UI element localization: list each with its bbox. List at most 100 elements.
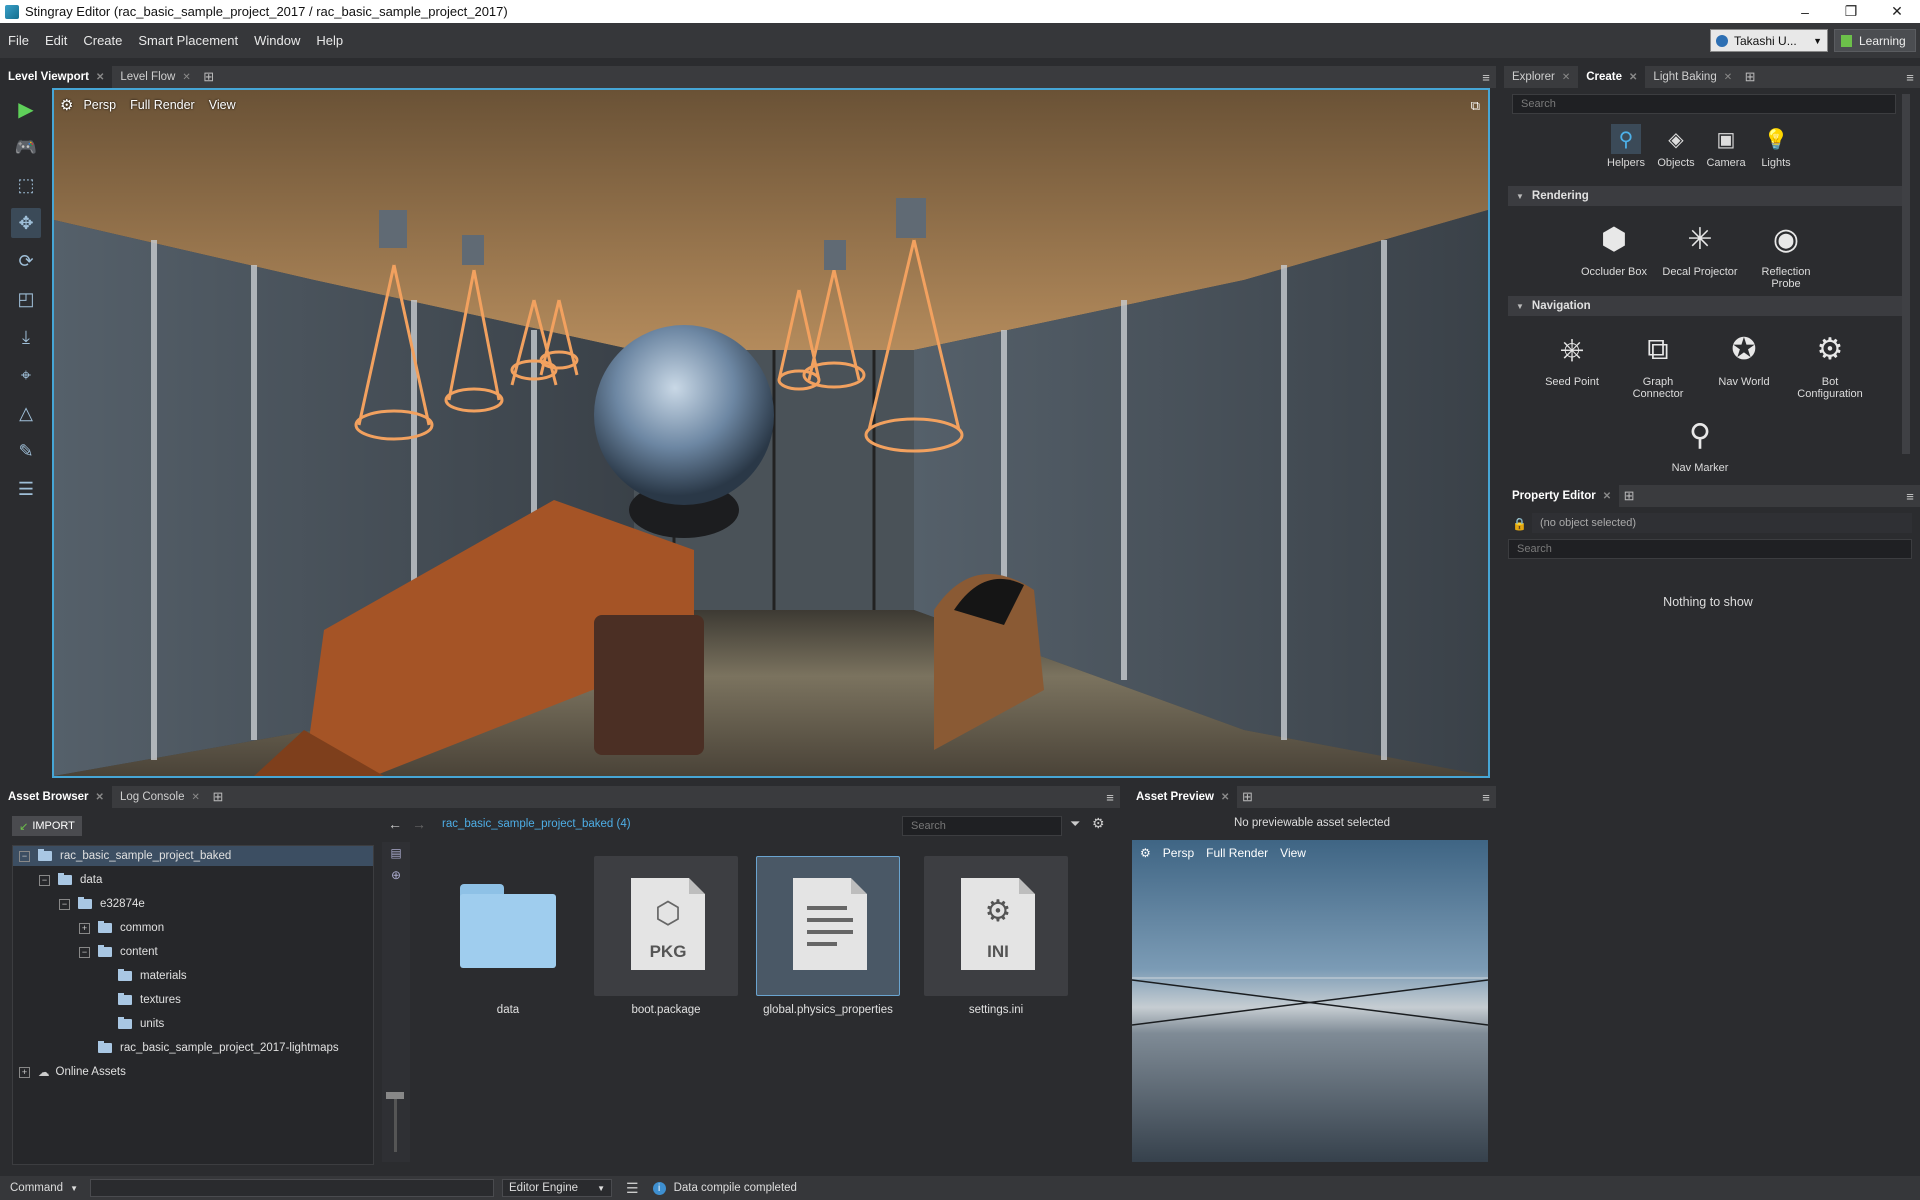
select-tool-icon[interactable]: ⬚ bbox=[11, 170, 41, 200]
close-button[interactable]: ✕ bbox=[1874, 0, 1920, 23]
panel-menu-icon[interactable]: ≡ bbox=[1476, 790, 1496, 805]
zoom-slider-handle[interactable] bbox=[386, 1092, 404, 1099]
reflection-probe-item[interactable]: ◉ Reflection Probe bbox=[1746, 218, 1826, 291]
collapse-icon[interactable]: − bbox=[19, 850, 30, 862]
create-scrollbar[interactable] bbox=[1902, 94, 1910, 454]
nav-world-item[interactable]: ✪ Nav World bbox=[1704, 328, 1784, 389]
tab-light-baking[interactable]: Light Baking ✕ bbox=[1645, 66, 1740, 88]
panel-menu-icon[interactable]: ≡ bbox=[1900, 70, 1920, 85]
expand-icon[interactable]: + bbox=[19, 1066, 30, 1078]
panel-menu-icon[interactable]: ≡ bbox=[1900, 489, 1920, 504]
expand-icon[interactable]: + bbox=[79, 922, 90, 934]
view-button[interactable]: View bbox=[209, 98, 236, 112]
rotate-tool-icon[interactable]: ⟳ bbox=[11, 246, 41, 276]
property-search-input[interactable]: Search bbox=[1508, 539, 1912, 559]
close-tab-icon[interactable]: ✕ bbox=[96, 792, 104, 803]
tab-property-editor[interactable]: Property Editor ✕ bbox=[1504, 485, 1620, 507]
gear-icon[interactable]: ⚙ bbox=[1092, 815, 1105, 832]
render-mode-button[interactable]: Full Render bbox=[130, 98, 195, 112]
tab-level-viewport[interactable]: Level Viewport ✕ bbox=[0, 66, 113, 88]
menu-create[interactable]: Create bbox=[75, 33, 130, 48]
scale-tool-icon[interactable]: ◰ bbox=[11, 284, 41, 314]
learning-button[interactable]: Learning bbox=[1834, 29, 1916, 52]
graph-connector-item[interactable]: ⧉ Graph Connector bbox=[1618, 328, 1698, 401]
add-asset-icon[interactable]: ⊕ bbox=[382, 868, 410, 882]
tab-log-console[interactable]: Log Console ✕ bbox=[112, 786, 208, 808]
snap-tool-icon[interactable]: ⤓ bbox=[11, 322, 41, 352]
folder-view-icon[interactable]: ▤ bbox=[382, 846, 410, 860]
close-tab-icon[interactable]: ✕ bbox=[1724, 72, 1732, 83]
close-tab-icon[interactable]: ✕ bbox=[1603, 491, 1611, 502]
paint-tool-icon[interactable]: ✎ bbox=[11, 436, 41, 466]
level-viewport-canvas[interactable]: ⚙ Persp Full Render View ⧉ bbox=[52, 88, 1490, 778]
tree-node-textures[interactable]: textures bbox=[118, 990, 181, 1010]
forward-arrow-icon[interactable]: → bbox=[412, 816, 426, 832]
place-tool-icon[interactable]: ⌖ bbox=[11, 360, 41, 390]
projection-button[interactable]: Persp bbox=[1163, 846, 1194, 860]
asset-item-global-physics-properties[interactable]: global.physics_properties bbox=[756, 856, 900, 1020]
view-button[interactable]: View bbox=[1280, 846, 1306, 860]
tree-node-e32874e[interactable]: − e32874e bbox=[59, 894, 145, 914]
nav-marker-item[interactable]: ⚲ Nav Marker bbox=[1660, 414, 1740, 475]
tree-node-online-assets[interactable]: + ☁ Online Assets bbox=[19, 1062, 126, 1082]
filter-icon[interactable]: ⏷ bbox=[1070, 816, 1080, 832]
zoom-slider[interactable] bbox=[386, 1092, 404, 1152]
decal-projector-item[interactable]: ✳ Decal Projector bbox=[1660, 218, 1740, 279]
engine-dropdown[interactable]: Editor Engine ▼ bbox=[502, 1179, 612, 1197]
render-mode-button[interactable]: Full Render bbox=[1206, 846, 1268, 860]
back-arrow-icon[interactable]: ← bbox=[388, 816, 402, 832]
add-tab-icon[interactable]: ⊞ bbox=[1619, 485, 1639, 507]
bot-configuration-item[interactable]: ⚙ Bot Configuration bbox=[1790, 328, 1870, 401]
gear-icon[interactable]: ⚙ bbox=[60, 96, 73, 114]
user-account-dropdown[interactable]: Takashi U... ▼ bbox=[1710, 29, 1828, 52]
seed-point-item[interactable]: ⎈ Seed Point bbox=[1532, 328, 1612, 389]
tab-explorer[interactable]: Explorer ✕ bbox=[1504, 66, 1578, 88]
category-camera[interactable]: ▣ Camera bbox=[1700, 124, 1752, 170]
panel-menu-icon[interactable]: ≡ bbox=[1476, 70, 1496, 85]
menu-smart-placement[interactable]: Smart Placement bbox=[130, 33, 246, 48]
import-button[interactable]: ↙ IMPORT bbox=[12, 816, 82, 836]
tree-node-data[interactable]: − data bbox=[39, 870, 102, 890]
asset-item-settings-ini[interactable]: ⚙ INI settings.ini bbox=[924, 856, 1068, 1020]
section-rendering[interactable]: ▼ Rendering bbox=[1508, 186, 1910, 206]
close-tab-icon[interactable]: ✕ bbox=[192, 792, 200, 803]
command-dropdown[interactable]: Command ▼ bbox=[4, 1179, 84, 1197]
log-list-icon[interactable]: ☰ bbox=[626, 1180, 639, 1197]
add-tab-icon[interactable]: ⊞ bbox=[208, 786, 228, 808]
add-tab-icon[interactable]: ⊞ bbox=[199, 66, 219, 88]
section-navigation[interactable]: ▼ Navigation bbox=[1508, 296, 1910, 316]
maximize-viewport-icon[interactable]: ⧉ bbox=[1471, 98, 1480, 114]
move-tool-icon[interactable]: ✥ bbox=[11, 208, 41, 238]
play-icon[interactable]: ▶ bbox=[11, 94, 41, 124]
tree-node-common[interactable]: + common bbox=[79, 918, 164, 938]
create-search-input[interactable]: Search bbox=[1512, 94, 1896, 114]
tab-create[interactable]: Create ✕ bbox=[1578, 66, 1646, 88]
asset-item-boot-package[interactable]: ⬡ PKG boot.package bbox=[594, 856, 738, 1020]
category-helpers[interactable]: ⚲ Helpers bbox=[1600, 124, 1652, 169]
panel-menu-icon[interactable]: ≡ bbox=[1100, 790, 1120, 805]
menu-window[interactable]: Window bbox=[246, 33, 308, 48]
menu-file[interactable]: File bbox=[0, 33, 37, 48]
command-input[interactable] bbox=[90, 1179, 494, 1197]
tree-node-units[interactable]: units bbox=[118, 1014, 164, 1034]
maximize-button[interactable]: ❐ bbox=[1828, 0, 1874, 23]
add-tab-icon[interactable]: ⊞ bbox=[1237, 786, 1257, 808]
asset-search-input[interactable]: Search bbox=[902, 816, 1062, 836]
breadcrumb[interactable]: rac_basic_sample_project_baked (4) bbox=[442, 818, 631, 830]
tree-node-root[interactable]: − rac_basic_sample_project_baked bbox=[13, 846, 373, 866]
category-objects[interactable]: ◈ Objects bbox=[1650, 124, 1702, 170]
tree-node-content[interactable]: − content bbox=[79, 942, 158, 962]
tab-level-flow[interactable]: Level Flow ✕ bbox=[112, 66, 198, 88]
close-tab-icon[interactable]: ✕ bbox=[1629, 72, 1637, 83]
close-tab-icon[interactable]: ✕ bbox=[1562, 72, 1570, 83]
tree-node-materials[interactable]: materials bbox=[118, 966, 187, 986]
layers-tool-icon[interactable]: ☰ bbox=[11, 474, 41, 504]
gamepad-icon[interactable]: 🎮 bbox=[11, 132, 41, 162]
minimize-button[interactable]: – bbox=[1782, 0, 1828, 23]
measure-tool-icon[interactable]: △ bbox=[11, 398, 41, 428]
preview-canvas[interactable]: ⚙ Persp Full Render View bbox=[1132, 840, 1488, 1162]
occluder-box-item[interactable]: ⬢ Occluder Box bbox=[1574, 218, 1654, 279]
lock-icon[interactable]: 🔒 bbox=[1512, 517, 1527, 531]
close-tab-icon[interactable]: ✕ bbox=[96, 72, 104, 83]
tree-node-lightmaps[interactable]: rac_basic_sample_project_2017-lightmaps bbox=[98, 1038, 339, 1058]
